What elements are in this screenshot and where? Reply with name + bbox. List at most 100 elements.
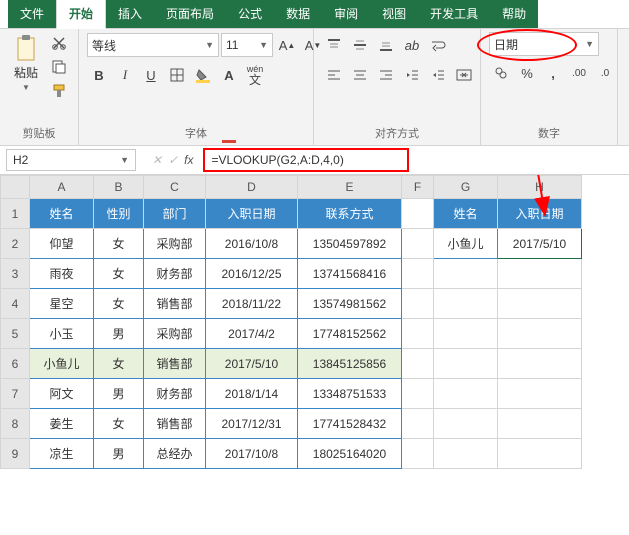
row-header[interactable]: 3 — [1, 259, 30, 289]
cell[interactable] — [402, 379, 434, 409]
cell[interactable]: 13741568416 — [298, 259, 402, 289]
percent-button[interactable]: % — [515, 60, 539, 86]
row-header[interactable]: 6 — [1, 349, 30, 379]
cell[interactable]: 男 — [94, 319, 144, 349]
cut-button[interactable] — [48, 32, 70, 54]
cell[interactable]: 女 — [94, 229, 144, 259]
underline-button[interactable]: U — [139, 62, 163, 88]
cell[interactable]: 男 — [94, 439, 144, 469]
cell[interactable] — [498, 319, 582, 349]
number-format-combo[interactable]: 日期▼ — [489, 32, 599, 56]
cell[interactable]: 采购部 — [144, 319, 206, 349]
tab-view[interactable]: 视图 — [370, 0, 418, 28]
cell[interactable]: 13574981562 — [298, 289, 402, 319]
copy-button[interactable] — [48, 56, 70, 78]
col-header[interactable]: H — [498, 176, 582, 199]
tab-data[interactable]: 数据 — [274, 0, 322, 28]
row-header[interactable]: 9 — [1, 439, 30, 469]
table-header[interactable]: 性别 — [94, 199, 144, 229]
cell[interactable] — [498, 379, 582, 409]
cell[interactable]: 仰望 — [30, 229, 94, 259]
cell[interactable]: 凉生 — [30, 439, 94, 469]
cell[interactable] — [402, 439, 434, 469]
align-left-button[interactable] — [322, 62, 346, 88]
cell[interactable] — [434, 439, 498, 469]
border-button[interactable] — [165, 62, 189, 88]
cell[interactable]: 阿文 — [30, 379, 94, 409]
tab-file[interactable]: 文件 — [8, 0, 56, 28]
cell[interactable]: 18025164020 — [298, 439, 402, 469]
decrease-indent-button[interactable] — [400, 62, 424, 88]
cell[interactable] — [434, 319, 498, 349]
cell[interactable]: 姜生 — [30, 409, 94, 439]
tab-home[interactable]: 开始 — [56, 0, 106, 29]
table-header[interactable]: 联系方式 — [298, 199, 402, 229]
italic-button[interactable]: I — [113, 62, 137, 88]
cell[interactable] — [498, 439, 582, 469]
align-bottom-button[interactable] — [374, 32, 398, 58]
cell[interactable] — [498, 349, 582, 379]
decrease-decimal-button[interactable]: .0 — [593, 60, 617, 86]
bold-button[interactable]: B — [87, 62, 111, 88]
cell[interactable]: 2016/12/25 — [206, 259, 298, 289]
cell[interactable] — [402, 409, 434, 439]
cell[interactable]: 2017/12/31 — [206, 409, 298, 439]
cell[interactable]: 销售部 — [144, 289, 206, 319]
formula-input[interactable]: =VLOOKUP(G2,A:D,4,0) — [203, 148, 409, 172]
row-header[interactable]: 1 — [1, 199, 30, 229]
col-header[interactable]: E — [298, 176, 402, 199]
align-middle-button[interactable] — [348, 32, 372, 58]
row-header[interactable]: 4 — [1, 289, 30, 319]
fill-color-button[interactable] — [191, 62, 215, 88]
cell[interactable]: 男 — [94, 379, 144, 409]
cell[interactable] — [402, 199, 434, 229]
cell[interactable]: 星空 — [30, 289, 94, 319]
table-header[interactable]: 姓名 — [434, 199, 498, 229]
cell[interactable]: 17741528432 — [298, 409, 402, 439]
font-name-combo[interactable]: 等线▼ — [87, 33, 219, 57]
font-size-combo[interactable]: 11▼ — [221, 33, 273, 57]
cell[interactable] — [434, 349, 498, 379]
row-header[interactable]: 5 — [1, 319, 30, 349]
cell[interactable]: 销售部 — [144, 349, 206, 379]
cell[interactable]: 2016/10/8 — [206, 229, 298, 259]
fx-button[interactable]: fx — [184, 153, 193, 167]
table-header[interactable]: 入职日期 — [206, 199, 298, 229]
cell[interactable]: 女 — [94, 349, 144, 379]
paste-button[interactable]: 粘贴 ▼ — [8, 32, 44, 94]
align-top-button[interactable] — [322, 32, 346, 58]
cell[interactable]: 女 — [94, 409, 144, 439]
col-header[interactable]: D — [206, 176, 298, 199]
select-all-corner[interactable] — [1, 176, 30, 199]
cell[interactable]: 财务部 — [144, 259, 206, 289]
tab-insert[interactable]: 插入 — [106, 0, 154, 28]
accounting-format-button[interactable] — [489, 60, 513, 86]
cell[interactable] — [498, 259, 582, 289]
cell[interactable] — [402, 229, 434, 259]
wrap-text-button[interactable] — [426, 32, 450, 58]
cell[interactable]: 女 — [94, 259, 144, 289]
table-header[interactable]: 部门 — [144, 199, 206, 229]
cell[interactable]: 小玉 — [30, 319, 94, 349]
cell[interactable]: 2017/5/10 — [498, 229, 582, 259]
cell[interactable] — [402, 289, 434, 319]
cell[interactable] — [434, 409, 498, 439]
enter-formula-button[interactable]: ✓ — [168, 153, 178, 167]
cell[interactable]: 17748152562 — [298, 319, 402, 349]
cell[interactable]: 销售部 — [144, 409, 206, 439]
cell[interactable] — [402, 319, 434, 349]
font-color-button[interactable]: A — [217, 62, 241, 88]
cell[interactable] — [498, 289, 582, 319]
cell[interactable]: 总经办 — [144, 439, 206, 469]
format-painter-button[interactable] — [48, 80, 70, 102]
tab-review[interactable]: 审阅 — [322, 0, 370, 28]
col-header[interactable]: G — [434, 176, 498, 199]
cell[interactable]: 小鱼儿 — [434, 229, 498, 259]
merge-button[interactable] — [452, 62, 476, 88]
cell[interactable]: 13504597892 — [298, 229, 402, 259]
name-box[interactable]: H2 ▼ — [6, 149, 136, 171]
col-header[interactable]: B — [94, 176, 144, 199]
tab-dev[interactable]: 开发工具 — [418, 0, 490, 28]
cell[interactable]: 小鱼儿 — [30, 349, 94, 379]
row-header[interactable]: 7 — [1, 379, 30, 409]
